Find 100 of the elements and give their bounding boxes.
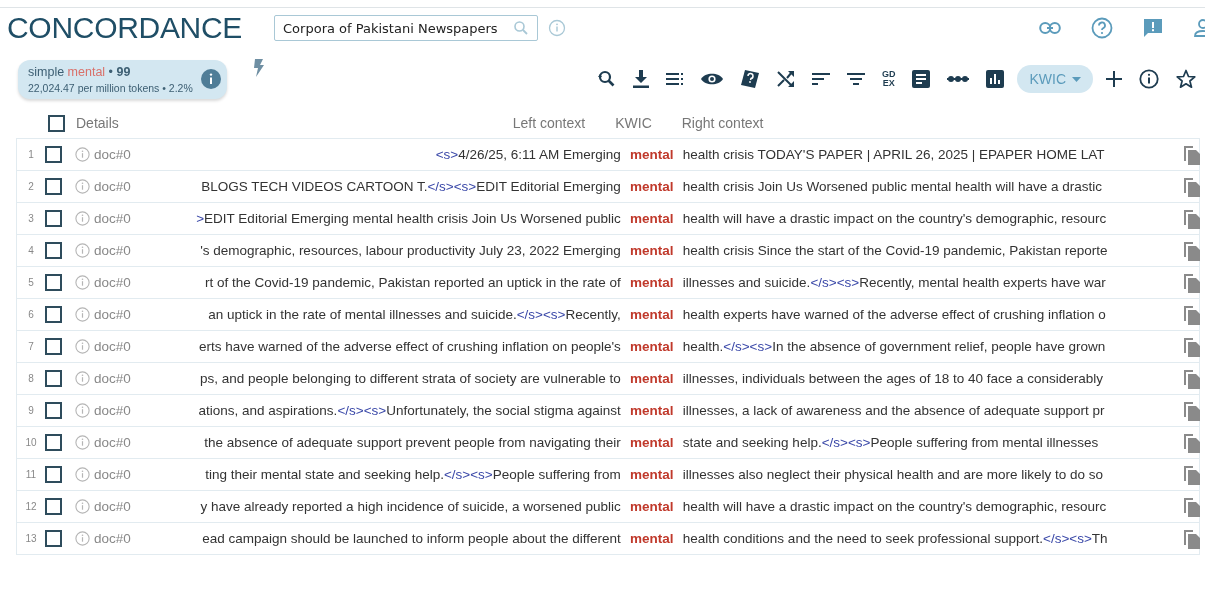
right-context: health experts have warned of the adverse effect of crushing inflation o [682, 307, 1106, 322]
select-all-checkbox[interactable] [48, 114, 65, 132]
gdex-button[interactable]: GD EX [881, 70, 896, 88]
keyword[interactable]: mental [620, 467, 683, 482]
document-id[interactable]: doc#0 [94, 243, 131, 258]
copy-icon[interactable] [1182, 144, 1201, 165]
document-id[interactable]: doc#0 [94, 403, 131, 418]
star-icon[interactable] [1176, 69, 1196, 89]
corpus-search-field[interactable]: Corpora of Pakistani Newspapers [274, 15, 539, 41]
document-icon[interactable] [912, 70, 931, 88]
filter-icon[interactable] [846, 72, 865, 86]
document-id[interactable]: doc#0 [94, 179, 131, 194]
feedback-icon[interactable] [1143, 18, 1163, 38]
keyword[interactable]: mental [620, 499, 683, 514]
row-checkbox[interactable] [45, 370, 62, 387]
row-number: 4 [27, 245, 35, 256]
document-id[interactable]: doc#0 [94, 147, 131, 162]
row-number: 5 [27, 277, 35, 288]
document-id[interactable]: doc#0 [94, 275, 131, 290]
right-context: health conditions and the need to seek professional support.</s><s>Th [682, 531, 1108, 546]
left-context: y have already reported a high incidence of suicide, a worsened public [200, 499, 621, 514]
keyword[interactable]: mental [620, 147, 683, 162]
row-checkbox[interactable] [45, 178, 62, 195]
row-checkbox[interactable] [45, 338, 62, 355]
row-checkbox[interactable] [45, 402, 62, 419]
row-number: 9 [27, 405, 35, 416]
search-history-icon[interactable] [595, 69, 616, 89]
document-id[interactable]: doc#0 [94, 339, 131, 354]
copy-icon[interactable] [1182, 208, 1201, 229]
document-id[interactable]: doc#0 [94, 371, 131, 386]
keyword[interactable]: mental [620, 307, 683, 322]
row-number: 7 [27, 341, 35, 352]
copy-icon[interactable] [1182, 496, 1201, 517]
row-checkbox[interactable] [45, 466, 62, 483]
info-icon[interactable] [1139, 69, 1159, 89]
row-checkbox[interactable] [45, 498, 62, 515]
copy-icon[interactable] [1182, 304, 1201, 325]
left-context: the absence of adequate support prevent people from navigating their [204, 435, 621, 450]
row-checkbox[interactable] [45, 306, 62, 323]
right-context: health.</s><s>In the absence of government relief, people have grown [682, 339, 1106, 354]
row-number: 1 [27, 149, 35, 160]
keyword[interactable]: mental [620, 371, 683, 386]
right-context: illnesses, a lack of awareness and the absence of adequate support pr [682, 403, 1105, 418]
sort-icon[interactable] [811, 72, 830, 86]
query-summary[interactable]: simple mental • 99 22,024.47 per million tokens • 2.2% [18, 59, 227, 99]
row-checkbox[interactable] [45, 434, 62, 451]
copy-icon[interactable] [1182, 336, 1201, 357]
keyword[interactable]: mental [620, 243, 683, 258]
document-id[interactable]: doc#0 [94, 467, 131, 482]
row-checkbox[interactable] [45, 242, 62, 259]
left-context: ps, and people belonging to different strata of society are vulnerable to [200, 371, 621, 386]
copy-icon[interactable] [1182, 528, 1201, 549]
keyword[interactable]: mental [620, 339, 683, 354]
document-id[interactable]: doc#0 [94, 499, 131, 514]
keyword[interactable]: mental [620, 403, 683, 418]
copy-icon[interactable] [1182, 240, 1201, 261]
document-id[interactable]: doc#0 [94, 307, 131, 322]
row-checkbox[interactable] [45, 530, 62, 547]
right-context: illnesses also neglect their physical health and are more likely to do so [682, 467, 1104, 482]
column-header: Left context [512, 115, 586, 131]
list-icon[interactable] [665, 72, 684, 86]
copy-icon[interactable] [1182, 176, 1201, 197]
user-icon[interactable] [1193, 18, 1205, 38]
left-context: ead campaign should be launched to inform people about the different [202, 531, 621, 546]
copy-icon[interactable] [1182, 272, 1201, 293]
copy-icon[interactable] [1182, 400, 1201, 421]
document-id[interactable]: doc#0 [94, 531, 131, 546]
lightning-icon[interactable] [252, 59, 265, 77]
download-icon[interactable] [632, 70, 649, 88]
right-context: health crisis Since the start of the Covid-19 pandemic, Pakistan reporte [682, 243, 1108, 258]
book-question-icon[interactable] [739, 69, 760, 89]
right-context: state and seeking help.</s><s>People suffering from mental illnesses [682, 435, 1099, 450]
document-id[interactable]: doc#0 [94, 435, 131, 450]
row-number: 12 [24, 501, 38, 512]
row-number: 6 [27, 309, 35, 320]
left-context: <s>4/26/25, 6:11 AM Emerging [435, 147, 621, 162]
keyword[interactable]: mental [620, 179, 683, 194]
right-context: health crisis TODAY'S PAPER | APRIL 26, 2025 | EPAPER HOME LAT [682, 147, 1105, 162]
shuffle-icon[interactable] [776, 70, 795, 88]
keyword[interactable]: mental [620, 531, 683, 546]
eye-icon[interactable] [700, 72, 723, 86]
row-checkbox[interactable] [45, 274, 62, 291]
document-id[interactable]: doc#0 [94, 211, 131, 226]
column-header: Details [76, 115, 119, 131]
caret-icon [1072, 76, 1081, 82]
copy-icon[interactable] [1182, 368, 1201, 389]
bar-chart-icon[interactable] [986, 70, 1005, 88]
query-frequency: 22,024.47 per million tokens • 2.2% [28, 81, 193, 94]
keyword[interactable]: mental [620, 275, 683, 290]
help-icon[interactable] [1091, 17, 1113, 39]
keyword[interactable]: mental [620, 435, 683, 450]
row-checkbox[interactable] [45, 210, 62, 227]
plus-icon[interactable] [1106, 71, 1122, 87]
copy-icon[interactable] [1182, 432, 1201, 453]
row-checkbox[interactable] [45, 146, 62, 163]
copy-icon[interactable] [1182, 464, 1201, 485]
left-context: erts have warned of the adverse effect of crushing inflation on people's [198, 339, 621, 354]
keyword[interactable]: mental [620, 211, 683, 226]
dotted-line-icon[interactable] [947, 75, 970, 83]
link-icon[interactable] [1039, 21, 1061, 35]
